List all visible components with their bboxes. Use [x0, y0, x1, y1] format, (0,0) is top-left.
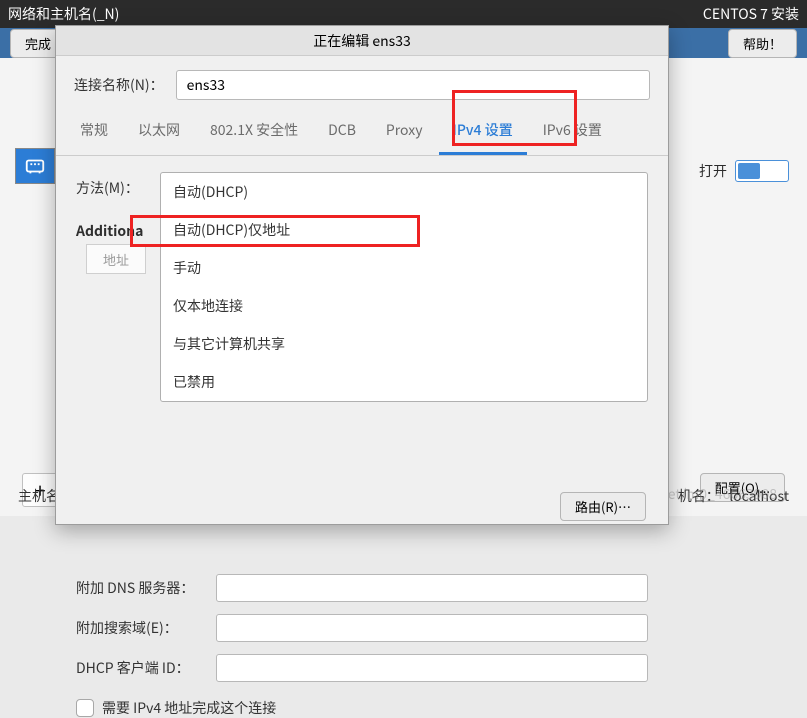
address-column-header: 地址	[86, 244, 146, 274]
hostname-value: localhost	[729, 486, 789, 506]
method-option-manual[interactable]: 手动	[161, 249, 647, 287]
tab-ipv4[interactable]: IPv4 设置	[439, 110, 527, 155]
connection-name-label: 连接名称(N)：	[74, 75, 164, 95]
tab-general[interactable]: 常规	[66, 110, 122, 155]
dns-input[interactable]	[216, 574, 648, 602]
method-option-link-local[interactable]: 仅本地连接	[161, 287, 647, 325]
method-option-auto[interactable]: 自动(DHCP)	[161, 173, 647, 211]
search-domain-label: 附加搜索域(E)：	[76, 618, 206, 638]
method-label: 方法(M)：	[76, 172, 146, 198]
dhcp-client-id-input[interactable]	[216, 654, 648, 682]
toggle-label: 打开	[699, 161, 727, 181]
additional-label: Additiona	[76, 221, 143, 241]
hostname-label: 主机名	[18, 486, 60, 506]
dns-label: 附加 DNS 服务器：	[76, 578, 206, 598]
method-dropdown-list: 自动(DHCP) 自动(DHCP)仅地址 手动 仅本地连接 与其它计算机共享 已…	[160, 172, 648, 402]
connection-name-input[interactable]	[176, 70, 650, 100]
ipv4-pane: 方法(M)： 自动(DHCP) 自动(DHCP)仅地址 手动 仅本地连接 与其它…	[56, 156, 668, 718]
tab-ethernet[interactable]: 以太网	[124, 110, 194, 155]
settings-tabs: 常规 以太网 802.1X 安全性 DCB Proxy IPv4 设置 IPv6…	[56, 110, 668, 156]
help-button[interactable]: 帮助！	[728, 29, 797, 58]
edit-connection-dialog: 正在编辑 ens33 连接名称(N)： 常规 以太网 802.1X 安全性 DC…	[55, 25, 669, 525]
dhcp-client-id-label: DHCP 客户端 ID：	[76, 658, 206, 678]
ethernet-icon[interactable]	[15, 148, 55, 184]
tab-dcb[interactable]: DCB	[314, 110, 370, 155]
search-domain-input[interactable]	[216, 614, 648, 642]
tab-8021x[interactable]: 802.1X 安全性	[196, 110, 312, 155]
connection-toggle[interactable]	[735, 160, 789, 182]
method-option-auto-addr[interactable]: 自动(DHCP)仅地址	[161, 211, 647, 249]
require-ipv4-label: 需要 IPv4 地址完成这个连接	[102, 698, 276, 718]
routes-button-visible[interactable]: 路由(R)…	[560, 492, 646, 521]
tab-ipv6[interactable]: IPv6 设置	[529, 110, 616, 155]
require-ipv4-checkbox[interactable]	[76, 699, 94, 717]
dialog-title: 正在编辑 ens33	[56, 26, 668, 56]
window-titlebar: 网络和主机名(_N) CENTOS 7 安装	[0, 0, 807, 28]
method-combo[interactable]: 自动(DHCP) 自动(DHCP)仅地址 手动 仅本地连接 与其它计算机共享 已…	[160, 172, 648, 402]
method-option-shared[interactable]: 与其它计算机共享	[161, 325, 647, 363]
method-option-disabled[interactable]: 已禁用	[161, 363, 647, 401]
tab-proxy[interactable]: Proxy	[372, 110, 437, 155]
hostname-right: 机名： localhost	[678, 486, 789, 506]
title-left: 网络和主机名(_N)	[8, 4, 119, 24]
title-right: CENTOS 7 安装	[703, 4, 799, 24]
